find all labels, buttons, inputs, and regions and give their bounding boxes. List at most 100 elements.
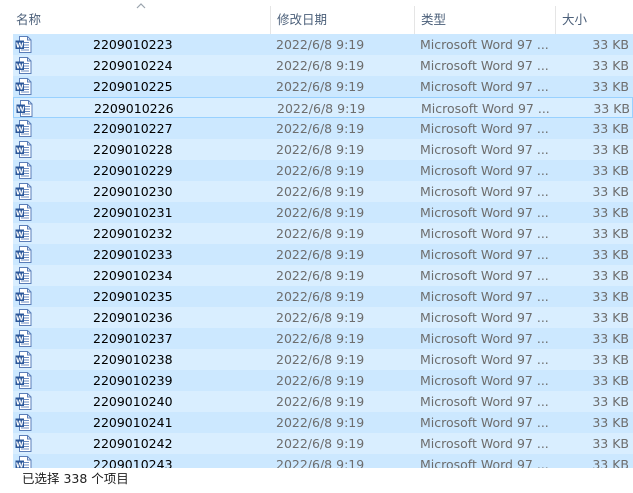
file-size: 33 KB (592, 58, 629, 73)
file-name: 2209010230 (93, 184, 173, 199)
word-document-icon: W (15, 78, 33, 95)
file-row[interactable]: W 2209010225 2022/6/8 9:19 Microsoft Word 9… (13, 76, 633, 97)
file-row[interactable]: W 2209010229 2022/6/8 9:19 Microsoft Word 9… (13, 160, 633, 181)
file-type: Microsoft Word 97 ... (420, 247, 549, 262)
file-row[interactable]: W 2209010231 2022/6/8 9:19 Microsoft Word 9… (13, 202, 633, 223)
file-date: 2022/6/8 9:19 (276, 163, 365, 178)
file-type: Microsoft Word 97 ... (420, 373, 549, 388)
file-row[interactable]: W 2209010230 2022/6/8 9:19 Microsoft Word 9… (13, 181, 633, 202)
svg-text:W: W (16, 314, 24, 322)
word-document-icon: W (15, 288, 33, 305)
column-header-name[interactable]: 名称 (16, 0, 266, 34)
word-document-icon: W (15, 372, 33, 389)
file-row[interactable]: W 2209010236 2022/6/8 9:19 Microsoft Word 9… (13, 307, 633, 328)
file-row[interactable]: W 2209010227 2022/6/8 9:19 Microsoft Word 9… (13, 118, 633, 139)
file-list-view[interactable]: 名称 修改日期 类型 大小 W 2209010223 2022/6/8 9:19 Mi… (0, 0, 633, 468)
file-row[interactable]: W 2209010237 2022/6/8 9:19 Microsoft Word 9… (13, 328, 633, 349)
file-row[interactable]: W 2209010241 2022/6/8 9:19 Microsoft Word 9… (13, 412, 633, 433)
file-size: 33 KB (592, 79, 629, 94)
file-type: Microsoft Word 97 ... (420, 310, 549, 325)
file-type: Microsoft Word 97 ... (420, 226, 549, 241)
file-row[interactable]: W 2209010240 2022/6/8 9:19 Microsoft Word 9… (13, 391, 633, 412)
column-header-type[interactable]: 类型 (421, 0, 551, 34)
file-row[interactable]: W 2209010235 2022/6/8 9:19 Microsoft Word 9… (13, 286, 633, 307)
file-row[interactable]: W 2209010226 2022/6/8 9:19 Microsoft Word 9… (13, 97, 633, 118)
svg-text:W: W (17, 105, 25, 113)
file-date: 2022/6/8 9:19 (276, 289, 365, 304)
file-type: Microsoft Word 97 ... (420, 121, 549, 136)
svg-text:W: W (16, 398, 24, 406)
file-name: 2209010240 (93, 394, 173, 409)
svg-text:W: W (16, 251, 24, 259)
column-header-size[interactable]: 大小 (562, 0, 622, 34)
file-size: 33 KB (592, 415, 629, 430)
svg-text:W: W (16, 209, 24, 217)
file-name: 2209010236 (93, 310, 173, 325)
file-name: 2209010243 (93, 457, 173, 468)
file-date: 2022/6/8 9:19 (276, 352, 365, 367)
file-date: 2022/6/8 9:19 (276, 37, 365, 52)
file-row[interactable]: W 2209010223 2022/6/8 9:19 Microsoft Word 9… (13, 34, 633, 55)
word-document-icon: W (15, 57, 33, 74)
word-document-icon: W (15, 267, 33, 284)
word-document-icon: W (15, 162, 33, 179)
file-row[interactable]: W 2209010239 2022/6/8 9:19 Microsoft Word 9… (13, 370, 633, 391)
file-type: Microsoft Word 97 ... (420, 457, 549, 468)
file-size: 33 KB (592, 226, 629, 241)
file-row[interactable]: W 2209010233 2022/6/8 9:19 Microsoft Word 9… (13, 244, 633, 265)
svg-text:W: W (16, 419, 24, 427)
word-document-icon: W (15, 414, 33, 431)
file-size: 33 KB (592, 247, 629, 262)
file-type: Microsoft Word 97 ... (420, 58, 549, 73)
file-name: 2209010241 (93, 415, 173, 430)
file-size: 33 KB (592, 310, 629, 325)
file-type: Microsoft Word 97 ... (420, 79, 549, 94)
file-row[interactable]: W 2209010228 2022/6/8 9:19 Microsoft Word 9… (13, 139, 633, 160)
file-name: 2209010231 (93, 205, 173, 220)
file-row[interactable]: W 2209010232 2022/6/8 9:19 Microsoft Word 9… (13, 223, 633, 244)
word-document-icon: W (15, 393, 33, 410)
svg-text:W: W (16, 272, 24, 280)
file-size: 33 KB (592, 352, 629, 367)
file-date: 2022/6/8 9:19 (276, 79, 365, 94)
file-date: 2022/6/8 9:19 (276, 205, 365, 220)
file-type: Microsoft Word 97 ... (420, 142, 549, 157)
column-divider[interactable] (270, 6, 271, 34)
svg-text:W: W (16, 167, 24, 175)
file-row[interactable]: W 2209010243 2022/6/8 9:19 Microsoft Word 9… (13, 454, 633, 468)
file-row[interactable]: W 2209010242 2022/6/8 9:19 Microsoft Word 9… (13, 433, 633, 454)
svg-text:W: W (16, 461, 24, 468)
file-size: 33 KB (592, 457, 629, 468)
file-name: 2209010224 (93, 58, 173, 73)
file-date: 2022/6/8 9:19 (276, 457, 365, 468)
file-size: 33 KB (592, 163, 629, 178)
svg-text:W: W (16, 125, 24, 133)
column-divider[interactable] (414, 6, 415, 34)
word-document-icon: W (15, 309, 33, 326)
file-size: 33 KB (592, 394, 629, 409)
svg-text:W: W (16, 356, 24, 364)
file-name: 2209010235 (93, 289, 173, 304)
file-type: Microsoft Word 97 ... (420, 37, 549, 52)
file-date: 2022/6/8 9:19 (276, 394, 365, 409)
svg-text:W: W (16, 188, 24, 196)
file-date: 2022/6/8 9:19 (276, 184, 365, 199)
file-size: 33 KB (592, 436, 629, 451)
file-row[interactable]: W 2209010224 2022/6/8 9:19 Microsoft Word 9… (13, 55, 633, 76)
word-document-icon: W (15, 183, 33, 200)
column-header-date[interactable]: 修改日期 (277, 0, 412, 34)
file-rows: W 2209010223 2022/6/8 9:19 Microsoft Word 9… (13, 34, 633, 468)
svg-text:W: W (16, 230, 24, 238)
file-size: 33 KB (592, 205, 629, 220)
column-divider[interactable] (555, 6, 556, 34)
file-date: 2022/6/8 9:19 (276, 310, 365, 325)
file-size: 33 KB (592, 121, 629, 136)
file-date: 2022/6/8 9:19 (276, 121, 365, 136)
file-name: 2209010239 (93, 373, 173, 388)
file-date: 2022/6/8 9:19 (276, 142, 365, 157)
file-row[interactable]: W 2209010238 2022/6/8 9:19 Microsoft Word 9… (13, 349, 633, 370)
file-type: Microsoft Word 97 ... (420, 394, 549, 409)
file-row[interactable]: W 2209010234 2022/6/8 9:19 Microsoft Word 9… (13, 265, 633, 286)
word-document-icon: W (15, 225, 33, 242)
file-type: Microsoft Word 97 ... (420, 268, 549, 283)
